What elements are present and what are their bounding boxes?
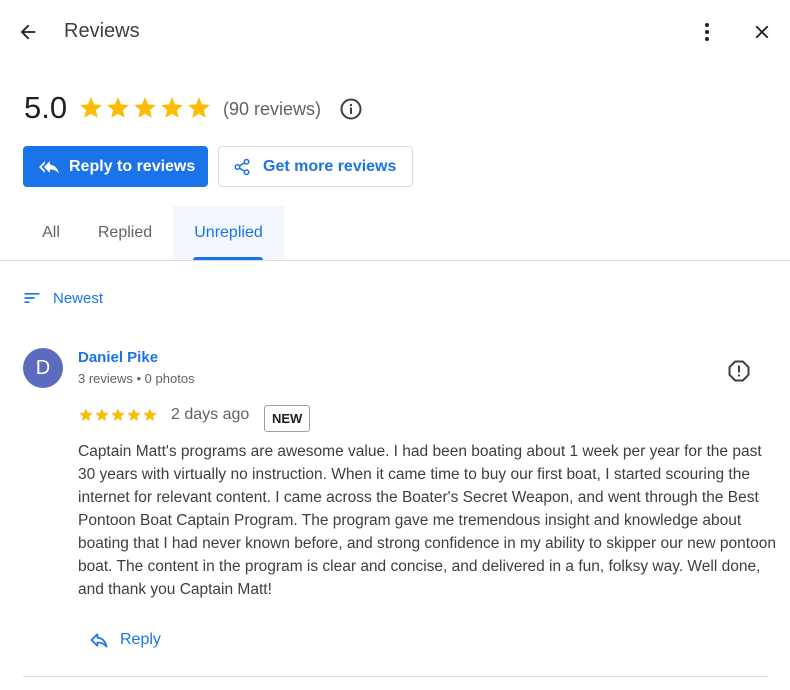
get-more-reviews-button[interactable]: Get more reviews bbox=[218, 146, 413, 187]
share-icon bbox=[234, 158, 250, 175]
info-icon bbox=[340, 98, 362, 120]
get-more-reviews-label: Get more reviews bbox=[263, 157, 397, 175]
rating-stars bbox=[78, 95, 212, 121]
reviewer-name[interactable]: Daniel Pike bbox=[78, 349, 158, 366]
star-icon bbox=[80, 97, 102, 118]
avatar[interactable]: D bbox=[23, 348, 63, 388]
tab-replied[interactable]: Replied bbox=[86, 206, 164, 260]
close-icon bbox=[755, 25, 769, 39]
report-icon bbox=[728, 360, 750, 382]
reply-to-reviews-button[interactable]: Reply to reviews bbox=[23, 146, 208, 187]
avatar-initial: D bbox=[35, 356, 51, 379]
report-review-button[interactable] bbox=[727, 359, 751, 383]
review-stars bbox=[78, 407, 158, 423]
info-button[interactable] bbox=[338, 96, 364, 122]
review-text: Captain Matt's programs are awesome valu… bbox=[78, 443, 776, 598]
reply-to-reviews-label: Reply to reviews bbox=[69, 157, 196, 175]
sort-label: Newest bbox=[53, 289, 104, 307]
sort-button[interactable]: Newest bbox=[22, 288, 103, 308]
more-vert-icon bbox=[705, 23, 709, 41]
star-icon bbox=[95, 408, 109, 421]
reply-button[interactable]: Reply bbox=[89, 630, 161, 650]
star-icon bbox=[107, 97, 129, 118]
star-icon bbox=[111, 408, 125, 421]
tab-unreplied-label: Unreplied bbox=[194, 224, 263, 241]
back-button[interactable] bbox=[14, 19, 42, 45]
star-icon bbox=[161, 97, 183, 118]
review-count: (90 reviews) bbox=[223, 99, 322, 119]
star-icon bbox=[79, 408, 93, 421]
divider bbox=[23, 676, 768, 677]
rating-value: 5.0 bbox=[24, 90, 68, 125]
tab-unreplied[interactable]: Unreplied bbox=[173, 206, 284, 260]
reply-icon bbox=[90, 633, 108, 648]
tab-replied-label: Replied bbox=[97, 224, 153, 241]
more-options-button[interactable] bbox=[694, 19, 720, 45]
review-date: 2 days ago bbox=[171, 406, 250, 423]
new-badge: NEW bbox=[264, 405, 311, 432]
active-tab-indicator bbox=[193, 257, 263, 260]
star-icon bbox=[134, 97, 156, 118]
reply-label: Reply bbox=[120, 631, 161, 648]
star-icon bbox=[143, 408, 157, 421]
reviewer-meta: 3 reviews • 0 photos bbox=[78, 371, 195, 386]
star-icon bbox=[127, 408, 141, 421]
star-icon bbox=[188, 97, 210, 118]
sort-icon bbox=[24, 293, 40, 303]
close-button[interactable] bbox=[749, 19, 775, 45]
arrow-back-icon bbox=[20, 24, 36, 40]
reply-all-icon bbox=[39, 160, 59, 174]
page-title: Reviews bbox=[64, 20, 140, 42]
tab-all[interactable]: All bbox=[24, 206, 78, 260]
tab-all-label: All bbox=[42, 224, 60, 241]
filter-tabs: All Replied Unreplied bbox=[0, 206, 790, 261]
